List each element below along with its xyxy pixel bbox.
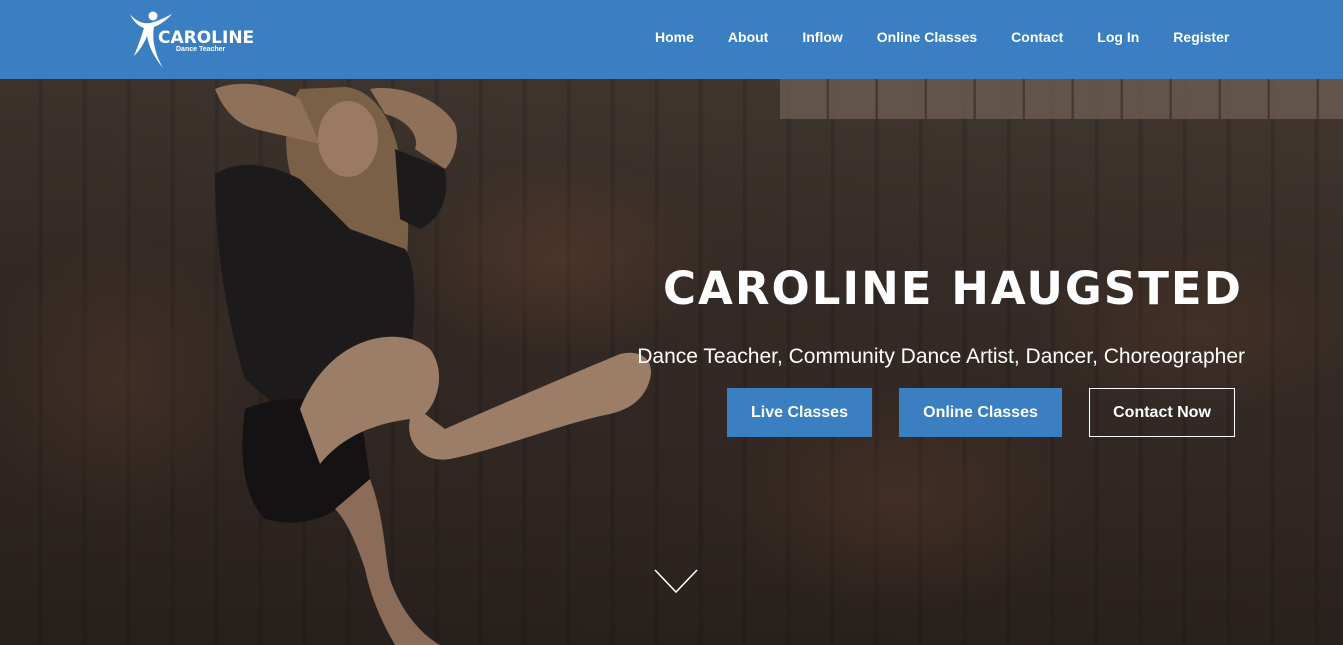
hero-subtitle: Dance Teacher, Community Dance Artist, D… xyxy=(637,345,1245,368)
nav-register[interactable]: Register xyxy=(1173,29,1229,45)
site-logo[interactable]: CAROLINE Dance Teacher xyxy=(126,8,256,70)
hero-section: CAROLINE HAUGSTED Dance Teacher, Communi… xyxy=(0,79,1343,645)
hero-title: CAROLINE HAUGSTED xyxy=(662,262,1243,315)
contact-now-button[interactable]: Contact Now xyxy=(1089,388,1235,437)
logo-subtitle: Dance Teacher xyxy=(176,46,226,53)
nav-home[interactable]: Home xyxy=(655,29,694,45)
site-header: CAROLINE Dance Teacher Home About Inflow… xyxy=(0,0,1343,79)
nav-about[interactable]: About xyxy=(728,29,768,45)
nav-inflow[interactable]: Inflow xyxy=(802,29,842,45)
live-classes-button[interactable]: Live Classes xyxy=(727,388,872,437)
nav-contact[interactable]: Contact xyxy=(1011,29,1063,45)
nav-log-in[interactable]: Log In xyxy=(1097,29,1139,45)
main-nav: Home About Inflow Online Classes Contact… xyxy=(655,27,1229,47)
online-classes-button[interactable]: Online Classes xyxy=(899,388,1062,437)
hero-dancer-image xyxy=(215,83,651,645)
chevron-down-icon[interactable] xyxy=(654,569,698,595)
nav-online-classes[interactable]: Online Classes xyxy=(877,29,977,45)
logo-title: CAROLINE xyxy=(158,28,255,48)
